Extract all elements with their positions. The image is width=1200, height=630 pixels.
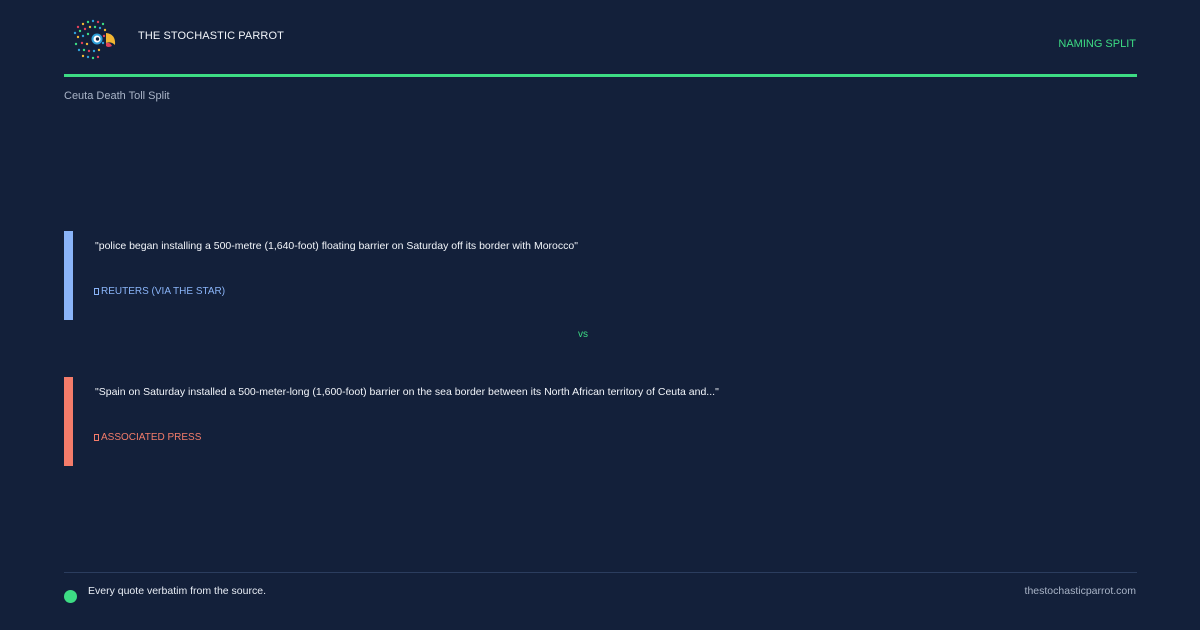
- versus-label: vs: [578, 329, 588, 340]
- quote-source: ASSOCIATED PRESS: [94, 432, 201, 443]
- quote-card-reuters: "police began installing a 500-metre (1,…: [64, 231, 1064, 320]
- quote-card-ap: "Spain on Saturday installed a 500-meter…: [64, 377, 1064, 466]
- source-icon: [94, 434, 99, 441]
- quote-accent-bar: [64, 231, 73, 320]
- quote-text: "police began installing a 500-metre (1,…: [95, 240, 578, 252]
- header-divider: [64, 74, 1137, 77]
- footer-site-link[interactable]: thestochasticparrot.com: [1025, 585, 1136, 597]
- footer-note: Every quote verbatim from the source.: [88, 585, 266, 597]
- quote-source-label: REUTERS (VIA THE STAR): [101, 286, 226, 297]
- parrot-eye-pupil: [95, 37, 100, 41]
- category-tag: NAMING SPLIT: [1058, 38, 1136, 50]
- story-title: Ceuta Death Toll Split: [64, 90, 170, 102]
- parrot-beak-lower: [106, 42, 112, 47]
- source-icon: [94, 288, 99, 295]
- quote-accent-bar: [64, 377, 73, 466]
- parrot-logo-icon: [73, 19, 116, 60]
- quote-source: REUTERS (VIA THE STAR): [94, 286, 225, 297]
- brand-name: THE STOCHASTIC PARROT: [138, 30, 284, 42]
- status-dot-icon: [64, 590, 77, 603]
- quote-source-label: ASSOCIATED PRESS: [101, 432, 202, 443]
- footer-divider: [64, 572, 1137, 573]
- quote-text: "Spain on Saturday installed a 500-meter…: [95, 386, 719, 398]
